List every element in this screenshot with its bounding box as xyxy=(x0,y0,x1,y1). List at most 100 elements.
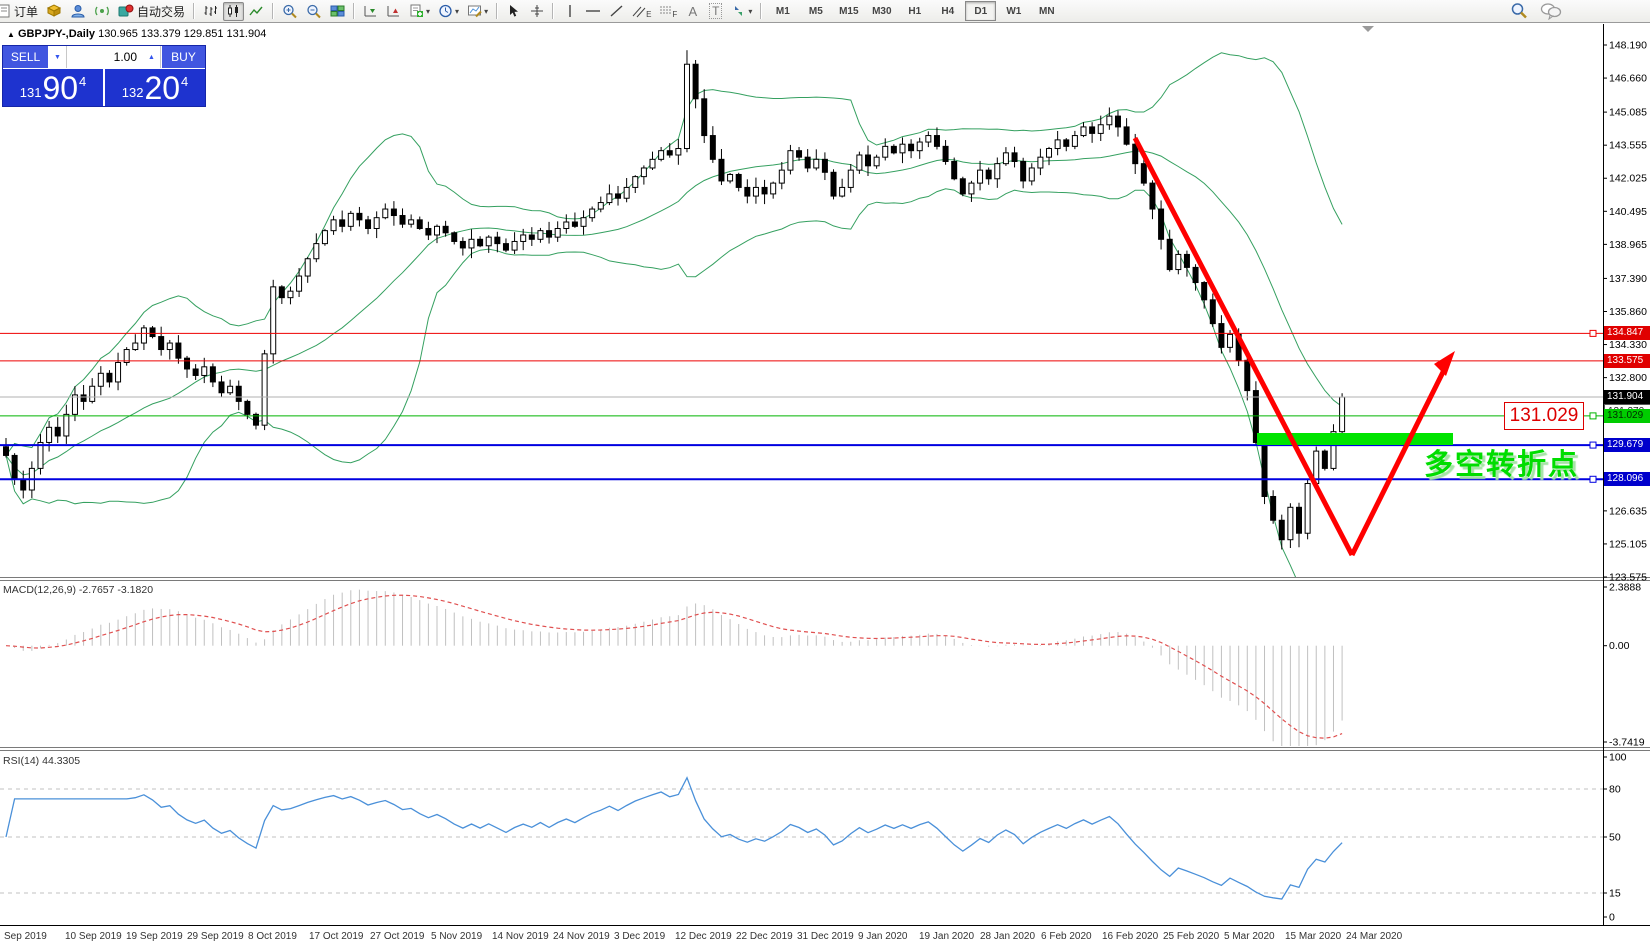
hline-anchor xyxy=(1590,330,1596,336)
timeframe-M5[interactable]: M5 xyxy=(800,1,831,21)
timeframe-toolbar: M1M5M15M30H1H4D1W1MN xyxy=(766,1,1063,21)
axis-label: 132.800 xyxy=(1609,372,1647,384)
volume-increase-button[interactable]: ▲ xyxy=(143,46,161,68)
auto-trading-button[interactable]: 自动交易 xyxy=(115,2,188,21)
zoom-out-button[interactable] xyxy=(303,2,325,21)
rsi-line xyxy=(6,778,1342,899)
price-badge-131.029: 131.029 xyxy=(1604,409,1650,423)
toolbar-separator xyxy=(272,3,274,19)
chart-shift-button[interactable] xyxy=(383,2,404,21)
turning-point-annotation[interactable]: 多空转折点 xyxy=(1424,441,1579,483)
axis-label: 145.085 xyxy=(1609,107,1647,119)
crosshair-button[interactable] xyxy=(526,2,547,21)
timeframe-MN[interactable]: MN xyxy=(1031,1,1062,21)
date-label: 22 Dec 2019 xyxy=(736,931,793,942)
dropdown-caret-icon: ▾ xyxy=(426,7,430,16)
date-axis: Sep 201910 Sep 201919 Sep 201929 Sep 201… xyxy=(0,929,1650,947)
sell-button[interactable]: SELL xyxy=(3,46,49,68)
chart-ohlc-values: 130.965 133.379 129.851 131.904 xyxy=(98,28,266,40)
date-label: 19 Jan 2020 xyxy=(919,931,974,942)
text-button[interactable]: A xyxy=(682,2,703,21)
volume-decrease-button[interactable]: ▼ xyxy=(49,46,67,68)
axis-label: 50 xyxy=(1609,832,1621,844)
bar-chart-button[interactable] xyxy=(200,2,221,21)
date-label: 8 Oct 2019 xyxy=(248,931,297,942)
candlestick-chart-button[interactable] xyxy=(223,2,244,21)
dropdown-caret-icon: ▾ xyxy=(484,7,488,16)
dropdown-caret-icon: ▾ xyxy=(455,7,459,16)
indicators-button[interactable]: ▾ xyxy=(406,2,433,21)
rsi-pane xyxy=(0,778,1603,899)
buy-price[interactable]: 132 20 4 xyxy=(105,69,205,106)
trendline-button[interactable] xyxy=(606,2,627,21)
timeframe-D1[interactable]: D1 xyxy=(965,1,996,21)
axis-label: 137.390 xyxy=(1609,273,1647,285)
cursor-button[interactable] xyxy=(503,2,524,21)
timeframe-H4[interactable]: H4 xyxy=(932,1,963,21)
auto-scroll-icon xyxy=(363,4,378,18)
sell-price-figure: 131 xyxy=(20,85,42,100)
timeframe-W1[interactable]: W1 xyxy=(998,1,1029,21)
sell-price[interactable]: 131 90 4 xyxy=(3,69,105,106)
buy-price-pips: 20 xyxy=(144,73,180,103)
zoom-in-button[interactable] xyxy=(279,2,301,21)
zoom-in-icon xyxy=(282,4,298,19)
tile-windows-button[interactable] xyxy=(327,2,348,21)
arrows-tool-icon xyxy=(731,4,746,18)
auto-scroll-button[interactable] xyxy=(360,2,381,21)
date-label: Sep 2019 xyxy=(4,931,47,942)
price-badge-129.679: 129.679 xyxy=(1604,438,1650,452)
timeframe-M30[interactable]: M30 xyxy=(866,1,897,21)
one-click-trading-panel: SELL ▼ ▲ BUY 131 90 4 132 20 4 xyxy=(2,45,206,107)
candlestick-chart-icon xyxy=(226,4,241,18)
horizontal-line-button[interactable] xyxy=(582,2,604,21)
periods-button[interactable]: ▾ xyxy=(435,2,462,21)
red-down-arrow xyxy=(1135,138,1352,555)
toolbar-separator xyxy=(760,3,762,19)
macd-main-value: -2.7657 xyxy=(79,584,115,596)
date-label: 31 Dec 2019 xyxy=(797,931,854,942)
channel-button[interactable]: E xyxy=(629,2,654,21)
channel-letter: E xyxy=(646,10,651,19)
timeframe-H1[interactable]: H1 xyxy=(899,1,930,21)
fibonacci-button[interactable]: F xyxy=(656,2,680,21)
axis-label: 146.660 xyxy=(1609,73,1647,85)
vertical-line-icon xyxy=(564,4,576,18)
timeframe-M15[interactable]: M15 xyxy=(833,1,864,21)
signals-button[interactable] xyxy=(91,2,113,21)
horizontal-line-icon xyxy=(585,4,601,18)
red-arrowhead xyxy=(1434,351,1455,376)
axis-label: 148.190 xyxy=(1609,40,1647,52)
toolbar-separator xyxy=(353,3,355,19)
buy-button[interactable]: BUY xyxy=(161,46,205,68)
clock-icon xyxy=(438,4,453,18)
axis-label: 142.025 xyxy=(1609,173,1647,185)
line-chart-button[interactable] xyxy=(246,2,267,21)
timeframe-M1[interactable]: M1 xyxy=(767,1,798,21)
axis-label: 135.860 xyxy=(1609,306,1647,318)
new-order-button[interactable]: 订单 xyxy=(0,2,41,21)
chart-window[interactable]: 148.190146.660145.085143.555142.025140.4… xyxy=(0,24,1650,949)
axis-label: 2.3888 xyxy=(1609,582,1641,594)
main-toolbar: 订单 自动交易 xyxy=(0,0,1650,23)
axis-label: 100 xyxy=(1609,752,1627,764)
templates-button[interactable]: ▾ xyxy=(464,2,491,21)
price-annotation-box[interactable]: 131.029 xyxy=(1504,402,1584,430)
chat-button[interactable] xyxy=(1540,2,1562,20)
search-button[interactable] xyxy=(1510,2,1528,20)
buy-price-point: 4 xyxy=(181,74,188,89)
date-label: 24 Mar 2020 xyxy=(1346,931,1402,942)
date-label: 5 Mar 2020 xyxy=(1224,931,1275,942)
chart-canvas[interactable]: 148.190146.660145.085143.555142.025140.4… xyxy=(0,24,1650,949)
arrows-button[interactable]: ▾ xyxy=(728,2,755,21)
vertical-line-button[interactable] xyxy=(559,2,580,21)
price-badge-133.575: 133.575 xyxy=(1604,354,1650,368)
chart-title: ▲ GBPJPY-,Daily 130.965 133.379 129.851 … xyxy=(7,28,266,40)
line-chart-icon xyxy=(249,4,264,18)
accounts-button[interactable] xyxy=(67,2,89,21)
crosshair-icon xyxy=(530,4,544,18)
market-watch-button[interactable] xyxy=(43,2,65,21)
volume-input[interactable] xyxy=(67,46,143,68)
text-label-button[interactable]: T xyxy=(705,2,726,21)
hline-anchor xyxy=(1590,442,1596,448)
